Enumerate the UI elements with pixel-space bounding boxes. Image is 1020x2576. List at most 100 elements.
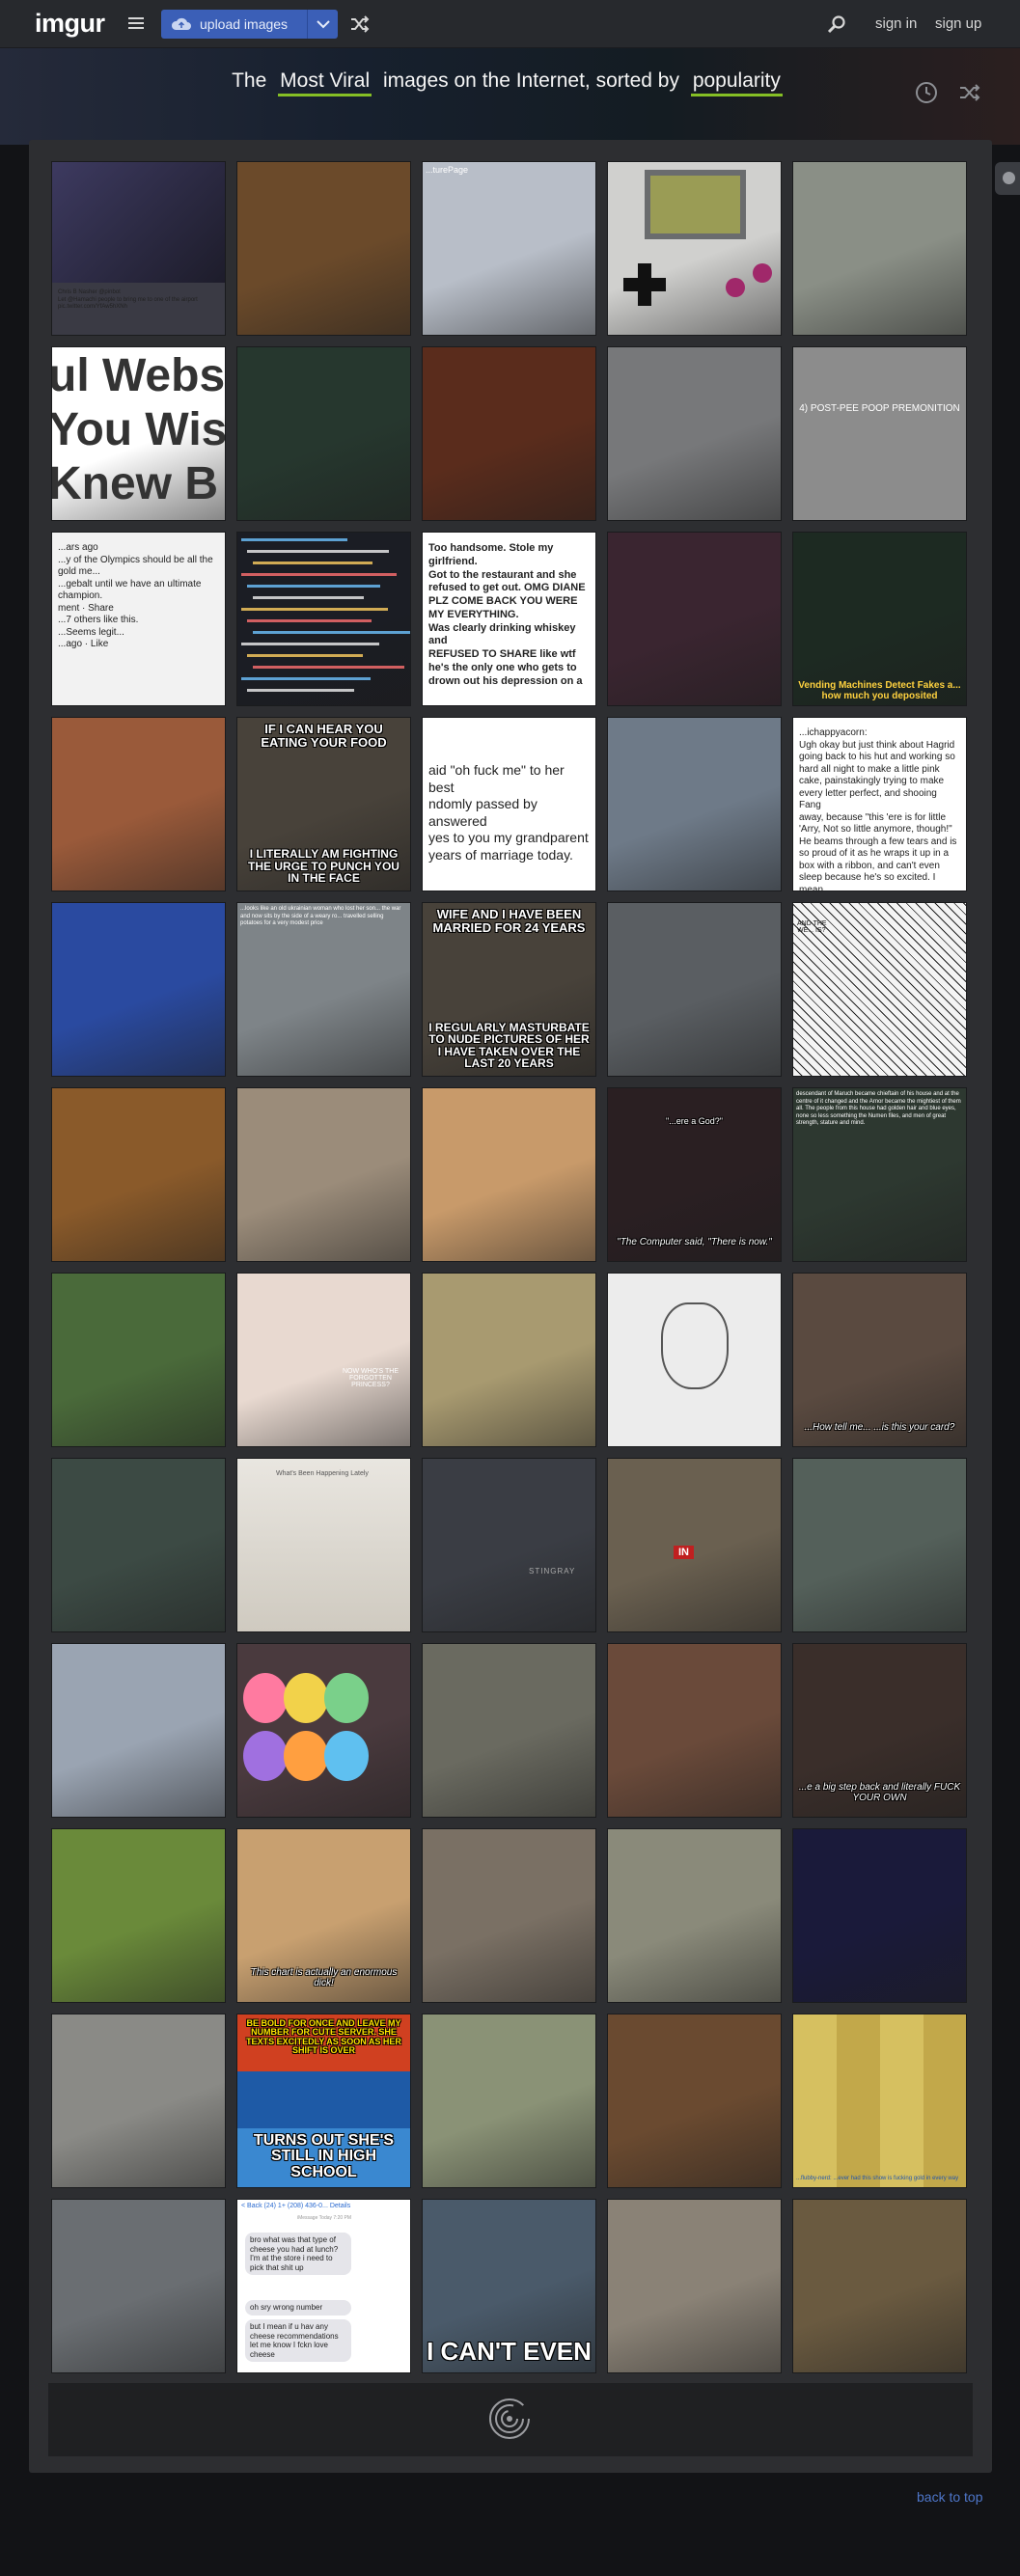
sign-up-link[interactable]: sign up [935,15,981,32]
gallery-thumbnail[interactable]: ul WebsYou WishKnew B [51,346,226,521]
hamburger-icon[interactable] [128,17,144,31]
gallery-thumbnail[interactable] [236,1643,411,1818]
text-line: he's the only one who gets to [428,661,577,673]
search-icon[interactable] [827,14,846,34]
thumbnail-caption: descendant of Maruch became chieftain of… [796,1091,961,1126]
gallery-thumbnail[interactable] [607,161,782,336]
gallery-thumbnail[interactable] [422,1643,596,1818]
gallery-thumbnail[interactable] [51,902,226,1077]
gallery-thumbnail[interactable] [51,2014,226,2188]
gallery-thumbnail[interactable]: ...looks like an old ukrainian woman who… [236,902,411,1077]
gallery-thumbnail[interactable]: ...turePage [422,161,596,336]
gallery-thumbnail[interactable] [607,532,782,706]
gallery-thumbnail[interactable] [607,2199,782,2373]
gallery-thumbnail[interactable]: ...How tell me... ...is this your card? [792,1273,967,1447]
gallery-thumbnail[interactable] [607,1828,782,2003]
gallery-thumbnail[interactable] [792,161,967,336]
gallery-thumbnail[interactable]: ...flubby-nerd: ...ever had this show is… [792,2014,967,2188]
upload-images-button[interactable]: upload images [161,10,338,39]
gallery-thumbnail[interactable]: 4) POST-PEE POOP PREMONITION [792,346,967,521]
gallery-thumbnail[interactable]: aid "oh fuck me" to her best ndomly passe… [422,717,596,891]
gallery-thumbnail[interactable]: WIFE AND I HAVE BEEN MARRIED FOR 24 YEAR… [422,902,596,1077]
text-line: going back to his hut and working so [799,752,955,762]
hero-banner [0,48,1020,145]
meme-top-caption: BE BOLD FOR ONCE AND LEAVE MY NUMBER FOR… [246,2018,401,2056]
gallery-thumbnail[interactable] [51,1828,226,2003]
shuffle-icon[interactable] [350,15,370,33]
gallery-thumbnail[interactable]: ...e a big step back and literally FUCK … [792,1643,967,1818]
gallery-thumbnail[interactable] [51,1087,226,1262]
gallery-thumbnail[interactable] [607,1643,782,1818]
gallery-thumbnail[interactable] [792,1828,967,2003]
sms-bubble: oh sry wrong number [245,2300,351,2316]
sort-selector[interactable]: popularity [690,69,783,96]
code-line [241,677,371,680]
gallery-thumbnail[interactable]: Too handsome. Stole my girlfriend. Got to… [422,532,596,706]
gallery-thumbnail[interactable]: ...ars ago ...y of the Olympics should be… [51,532,226,706]
gallery-thumbnail[interactable]: STINGRAY [422,1458,596,1632]
gallery-thumbnail[interactable]: IF I CAN HEAR YOU EATING YOUR FOOD I LITE… [236,717,411,891]
gallery-thumbnail[interactable]: descendant of Maruch became chieftain of… [792,1087,967,1262]
gallery-thumbnail[interactable] [51,717,226,891]
gallery-thumbnail[interactable]: IN [607,1458,782,1632]
gallery-thumbnail[interactable] [422,2014,596,2188]
gallery-thumbnail[interactable] [422,1828,596,2003]
gallery-thumbnail[interactable] [422,1087,596,1262]
gallery-panel: Chris B Nasher @pinbot Let @Hamachi peopl… [29,140,992,2473]
shuffle-icon[interactable] [959,83,980,102]
text-line: hard all night to make a little pink [799,763,940,775]
thumbnail-caption: ...looks like an old ukrainian woman who… [240,906,401,926]
meme-top-caption: IF I CAN HEAR YOU EATING YOUR FOOD [261,722,387,750]
gallery-thumbnail[interactable] [607,346,782,521]
gallery-thumbnail[interactable]: NOW WHO'S THE FORGOTTEN PRINCESS? [236,1273,411,1447]
gallery-thumbnail[interactable]: BE BOLD FOR ONCE AND LEAVE MY NUMBER FOR… [236,2014,411,2188]
gallery-thumbnail[interactable] [51,2199,226,2373]
side-chat-tab[interactable] [995,162,1020,195]
gallery-thumbnail[interactable] [51,1273,226,1447]
text-line: ...ichappyacorn: [799,727,868,738]
balloon [243,1673,288,1723]
gallery-thumbnail[interactable]: I CAN'T EVEN [422,2199,596,2373]
text-line: 'Arry, Not so little anymore, though!" [799,824,952,835]
gallery-headline: The Most Viral images on the Internet, s… [0,69,1020,96]
gallery-thumbnail[interactable] [51,1643,226,1818]
imgur-logo[interactable]: imgur [35,9,105,39]
code-line [253,666,404,669]
gallery-thumbnail[interactable] [236,161,411,336]
gallery-thumbnail[interactable] [422,1273,596,1447]
gallery-thumbnail[interactable] [607,1273,782,1447]
gallery-thumbnail[interactable] [607,902,782,1077]
gallery-thumbnail[interactable]: Vending Machines Detect Fakes a... how m… [792,532,967,706]
gallery-thumbnail[interactable] [607,2014,782,2188]
upload-dropdown-toggle[interactable] [307,10,338,39]
gallery-thumbnail[interactable] [51,1458,226,1632]
gallery-thumbnail[interactable]: What's Been Happening Lately [236,1458,411,1632]
sign-in-link[interactable]: sign in [875,15,917,32]
clock-icon[interactable] [915,81,938,104]
gallery-thumbnail[interactable]: "...ere a God?" "The Computer said, "Ther… [607,1087,782,1262]
gallery-thumbnail[interactable]: AND THE WE... IS? [792,902,967,1077]
thumbnail-caption: AND THE WE... IS? [797,920,827,934]
code-line [253,562,372,564]
code-line [241,608,388,611]
gallery-thumbnail[interactable]: < Back (24) 1+ (208) 436-0... Details iMe… [236,2199,411,2373]
gallery-thumbnail[interactable] [236,532,411,706]
balloon [243,1731,288,1781]
back-to-top-link[interactable]: back to top [917,2489,983,2505]
gallery-thumbnail[interactable]: Chris B Nasher @pinbot Let @Hamachi peopl… [51,161,226,336]
gallery-thumbnail[interactable]: This chart is actually an enormous dick! [236,1828,411,2003]
subtitle-bottom: ...How tell me... ...is this your card? [804,1421,955,1433]
code-line [241,643,379,645]
gallery-thumbnail[interactable] [792,2199,967,2373]
gallery-thumbnail[interactable] [236,1087,411,1262]
gallery-thumbnail[interactable] [236,346,411,521]
gallery-thumbnail[interactable] [607,717,782,891]
text-line: MY EVERYTHING. [428,608,519,620]
gallery-thumbnail[interactable]: ...ichappyacorn: Ugh okay but just think … [792,717,967,891]
loading-bar [48,2383,973,2456]
gallery-thumbnail[interactable] [422,346,596,521]
text-line: ...ars ago [58,542,98,553]
gallery-thumbnail[interactable] [792,1458,967,1632]
code-line [241,538,347,541]
section-selector[interactable]: Most Viral [278,69,372,96]
